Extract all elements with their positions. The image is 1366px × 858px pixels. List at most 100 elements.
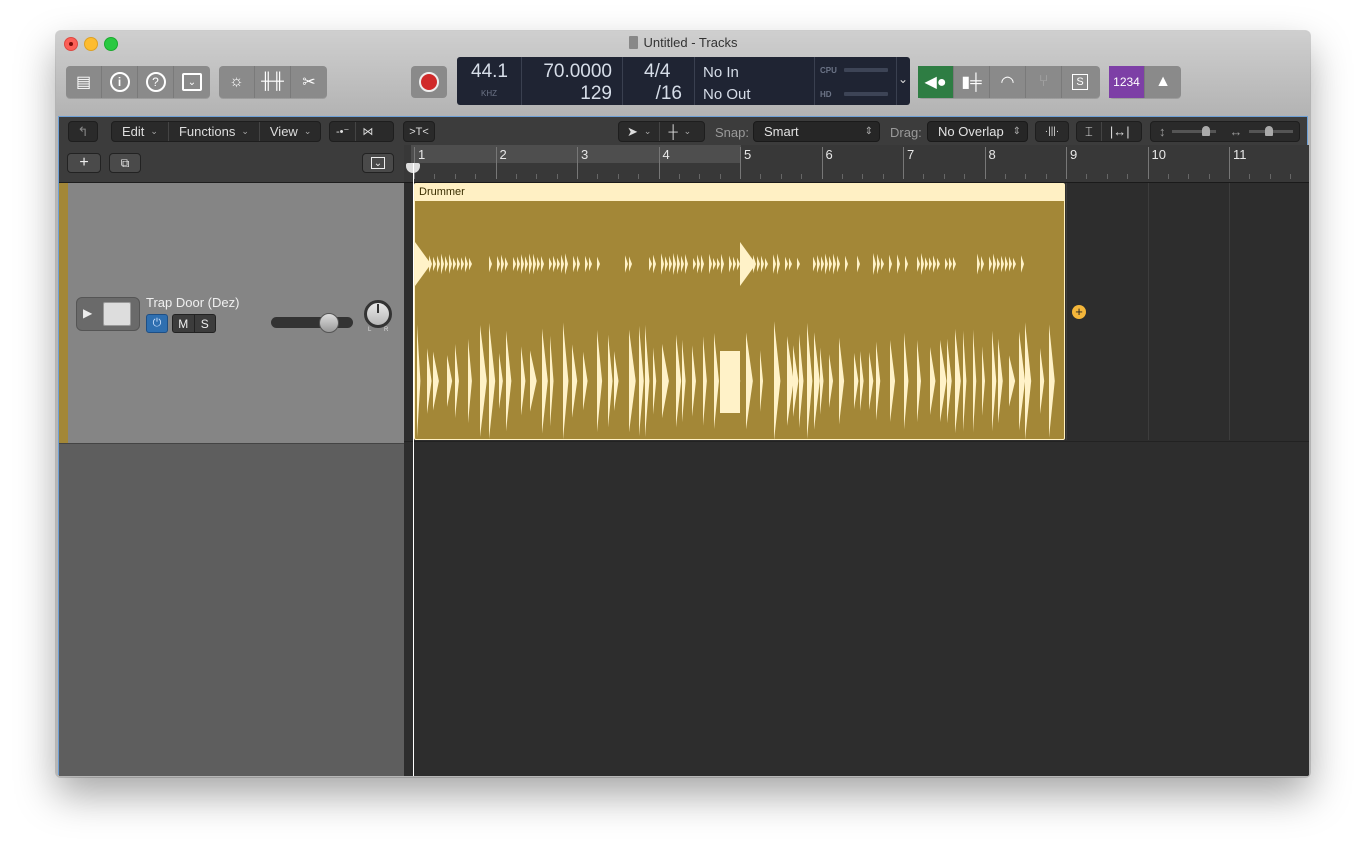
waveform-transient bbox=[501, 254, 504, 274]
lcd-display[interactable]: 44.1 KHZ 70.0000 129 4/4 /16 No In No Ou… bbox=[457, 57, 910, 105]
list-editors-button[interactable]: ◀● bbox=[918, 66, 954, 98]
quick-help-button[interactable]: ? bbox=[138, 66, 174, 98]
disclosure-triangle-icon[interactable]: ▶ bbox=[83, 306, 92, 320]
ruler-tick bbox=[536, 174, 538, 179]
playhead[interactable] bbox=[413, 163, 414, 776]
horizontal-zoom-slider[interactable] bbox=[1248, 126, 1293, 136]
lcd-menu-chevron-icon[interactable]: ⌄ bbox=[898, 72, 908, 86]
bar-ruler[interactable]: 1 2 3 4 5 6 7 8 9 10 11 bbox=[404, 145, 1309, 183]
track-name[interactable]: Trap Door (Dez) bbox=[146, 295, 239, 310]
waveform-transient bbox=[521, 254, 524, 274]
ruler-tick bbox=[678, 174, 680, 179]
waveform-transient bbox=[541, 255, 544, 273]
waveform-transient bbox=[521, 346, 526, 416]
view-buttons: ☼ ╫╫ ✂ bbox=[219, 66, 327, 98]
library-button[interactable]: ▤ bbox=[66, 66, 102, 98]
cmd-click-tool[interactable]: ┼ ⌄ bbox=[660, 122, 699, 141]
waveform-transient bbox=[857, 255, 860, 273]
vertical-zoom-icon: ↕ bbox=[1159, 124, 1166, 139]
horizontal-fit-button[interactable]: |↔| bbox=[1102, 122, 1138, 141]
waveform-transient bbox=[930, 347, 936, 415]
waveform-transient bbox=[945, 257, 948, 271]
automation-group: -•⁻ ⋈ bbox=[329, 121, 394, 142]
waveform-transient bbox=[629, 256, 632, 272]
pan-knob[interactable] bbox=[364, 300, 392, 328]
metronome-button[interactable]: ▲ bbox=[1145, 66, 1181, 98]
track-row[interactable]: ▶ Trap Door (Dez) ⏻ M S L R bbox=[59, 183, 404, 444]
ruler-bar-7: 7 bbox=[903, 147, 914, 179]
waveform-transient bbox=[455, 343, 459, 419]
functions-menu[interactable]: Functions ⌄ bbox=[169, 122, 260, 141]
add-region-button[interactable]: + bbox=[1072, 305, 1086, 319]
marquee-icon: ┼ bbox=[668, 124, 678, 139]
ruler-bar-3: 3 bbox=[577, 147, 588, 179]
track-power-button[interactable]: ⏻ bbox=[146, 314, 168, 333]
waveform-transient bbox=[997, 257, 1000, 271]
toolbar-button[interactable]: ⌄ bbox=[174, 66, 210, 98]
vertical-zoom-slider[interactable] bbox=[1171, 126, 1216, 136]
cycle-area[interactable] bbox=[411, 145, 741, 163]
scissors-icon: ✂ bbox=[302, 74, 316, 91]
mixer-button[interactable]: ╫╫ bbox=[255, 66, 291, 98]
waveform-transient bbox=[573, 255, 576, 273]
loop-browser-button[interactable]: ◠ bbox=[990, 66, 1026, 98]
bar-gridline bbox=[1147, 183, 1149, 440]
horizontal-zoom-thumb[interactable] bbox=[1264, 126, 1273, 136]
waveform-transient bbox=[890, 339, 896, 423]
catch-button[interactable]: >T< bbox=[403, 121, 435, 142]
arrange-area[interactable]: 1 2 3 4 5 6 7 8 9 10 11 Drummer + bbox=[404, 145, 1309, 776]
signature-cell[interactable]: 4/4 /16 bbox=[622, 57, 695, 105]
left-click-tool[interactable]: ➤ ⌄ bbox=[619, 122, 661, 141]
tuning-fork-icon: ⑂ bbox=[1038, 73, 1049, 90]
drag-select[interactable]: No Overlap ⇕ bbox=[927, 121, 1028, 142]
tempo-cell[interactable]: 70.0000 129 bbox=[521, 57, 623, 105]
inspector-button[interactable]: i bbox=[102, 66, 138, 98]
smart-controls-button[interactable]: ☼ bbox=[219, 66, 255, 98]
ruler-tick bbox=[841, 174, 843, 179]
automation-button[interactable]: -•⁻ bbox=[330, 122, 357, 141]
vertical-zoom-thumb[interactable] bbox=[1201, 126, 1210, 136]
duplicate-track-button[interactable]: ⧉ bbox=[109, 153, 141, 173]
solo-button[interactable]: S bbox=[1062, 66, 1098, 98]
waveform-transient bbox=[441, 253, 444, 275]
waveform-transient bbox=[729, 255, 732, 273]
volume-thumb[interactable] bbox=[319, 313, 339, 333]
waveform-transient bbox=[461, 257, 464, 271]
view-menu[interactable]: View ⌄ bbox=[260, 122, 322, 141]
tuner-button[interactable]: ⑂ bbox=[1026, 66, 1062, 98]
mute-button[interactable]: M bbox=[173, 315, 195, 332]
solo-button[interactable]: S bbox=[195, 315, 216, 332]
waveform-transient bbox=[542, 328, 548, 434]
edit-menu[interactable]: Edit ⌄ bbox=[112, 122, 169, 141]
metronome-icon: ▲ bbox=[1155, 73, 1171, 90]
output-label: No Out bbox=[703, 86, 751, 103]
snap-select[interactable]: Smart ⇕ bbox=[753, 121, 880, 142]
ruler-bar-5: 5 bbox=[740, 147, 751, 179]
waveform-transient bbox=[673, 253, 676, 275]
drummer-region[interactable]: Drummer bbox=[414, 183, 1065, 440]
waveform-zoom-button[interactable]: ·|||· bbox=[1035, 121, 1069, 142]
volume-slider[interactable] bbox=[271, 313, 353, 333]
vertical-fit-button[interactable]: ⌶ bbox=[1077, 122, 1102, 141]
drum-waveform bbox=[415, 242, 1055, 439]
waveform-transient bbox=[917, 339, 922, 423]
io-cell[interactable]: No In No Out bbox=[694, 57, 815, 105]
flex-button[interactable]: ⋈ bbox=[356, 122, 379, 141]
add-track-button[interactable]: + bbox=[67, 153, 101, 173]
back-button[interactable]: ↰ bbox=[68, 121, 98, 142]
waveform-icon: ·|||· bbox=[1044, 126, 1060, 137]
waveform-transient bbox=[468, 338, 472, 424]
editors-button[interactable]: ✂ bbox=[291, 66, 327, 98]
waveform-transient bbox=[457, 256, 460, 272]
waveform-transient bbox=[529, 253, 532, 275]
waveform-roll bbox=[720, 351, 740, 413]
waveform-transient bbox=[949, 257, 952, 271]
inspector-icon: i bbox=[109, 72, 130, 92]
track-icon-button[interactable]: ▶ bbox=[76, 297, 140, 331]
waveform-transient bbox=[717, 257, 720, 271]
record-button[interactable] bbox=[411, 66, 447, 98]
note-pads-button[interactable]: ▮╪ bbox=[954, 66, 990, 98]
count-in-button[interactable]: 1234 bbox=[1109, 66, 1145, 98]
global-tracks-button[interactable]: ⌄ bbox=[362, 153, 394, 173]
plus-icon: + bbox=[1075, 304, 1083, 319]
